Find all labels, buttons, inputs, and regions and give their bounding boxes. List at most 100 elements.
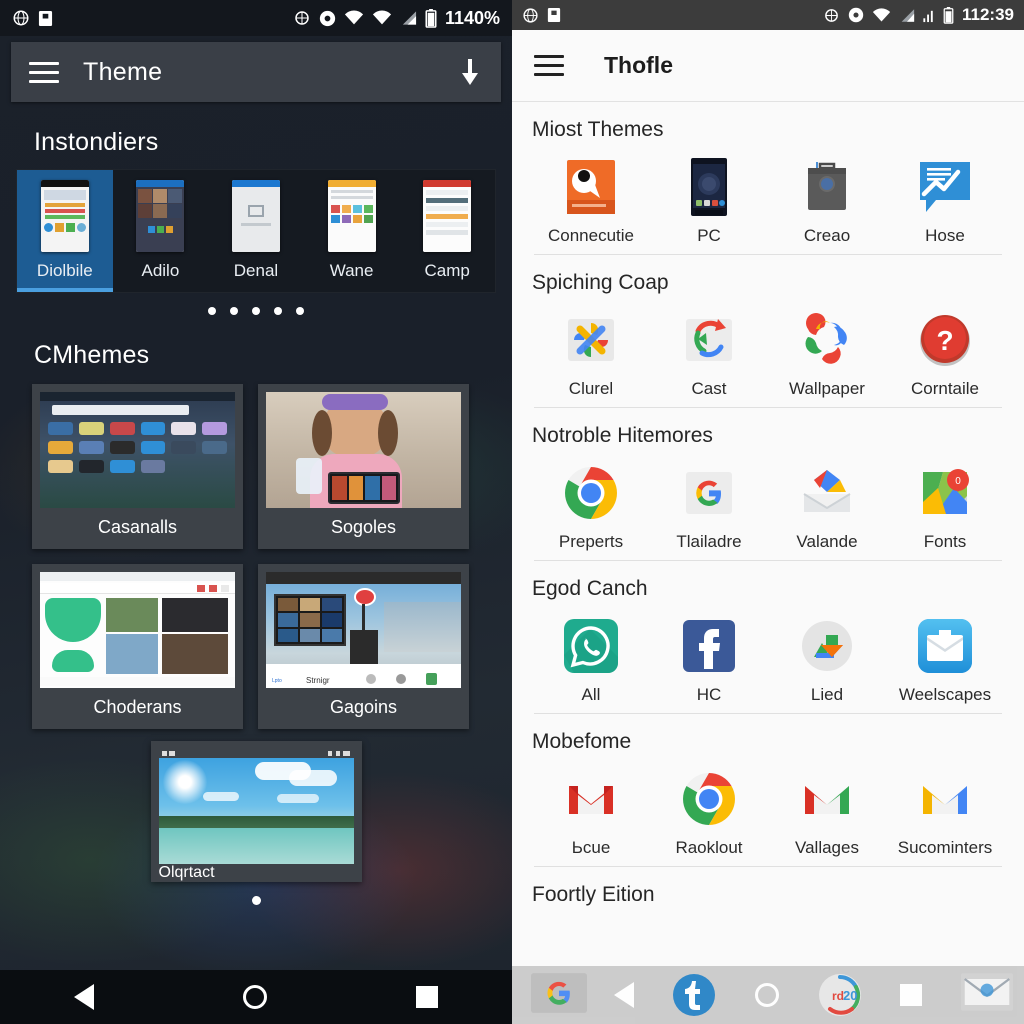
app-label: Sucominters bbox=[897, 838, 993, 857]
section-divider bbox=[534, 560, 1002, 561]
hamburger-menu-icon[interactable] bbox=[534, 55, 564, 76]
app-cell[interactable]: Tlailadre bbox=[650, 452, 768, 560]
red-question-mark-icon: ? bbox=[914, 309, 976, 371]
theme-strip: Diolbile Adilo Denal Wane Camp bbox=[16, 169, 496, 293]
colorful-gears-icon bbox=[796, 309, 858, 371]
page-dot[interactable] bbox=[252, 307, 260, 315]
theme-card[interactable]: Sogoles bbox=[258, 384, 469, 549]
left-navigation-bar bbox=[0, 970, 512, 1024]
app-label: HC bbox=[696, 685, 722, 704]
facebook-icon bbox=[678, 615, 740, 677]
carousel-page-dots bbox=[0, 307, 512, 315]
app-cell[interactable]: Vallages bbox=[768, 758, 886, 866]
app-cell[interactable]: Raoklout bbox=[650, 758, 768, 866]
sim-card-icon bbox=[38, 10, 53, 27]
download-icon[interactable] bbox=[457, 57, 483, 87]
sync-arrows-icon bbox=[678, 309, 740, 371]
right-app-bar: Thofle bbox=[512, 30, 1024, 102]
home-circle-icon[interactable] bbox=[754, 983, 779, 1007]
app-cell[interactable]: Wallpaper bbox=[768, 299, 886, 407]
right-navigation-bar: rd 20 bbox=[512, 966, 1024, 1024]
mail-envelope-icon[interactable] bbox=[960, 973, 1013, 1017]
strip-item-label: Adilo bbox=[141, 261, 180, 280]
maps-pin-icon: 0 bbox=[914, 462, 976, 524]
app-cell[interactable]: Valande bbox=[768, 452, 886, 560]
app-cell[interactable]: ? Corntaile bbox=[886, 299, 1004, 407]
app-label: Connecutie bbox=[547, 226, 634, 245]
page-dot[interactable] bbox=[296, 307, 304, 315]
app-cell[interactable]: PC bbox=[650, 146, 768, 254]
section-title-egod-canch: Egod Canch bbox=[532, 577, 648, 600]
strip-item-1[interactable]: Adilo bbox=[113, 170, 209, 292]
recents-square-icon[interactable] bbox=[900, 984, 923, 1006]
blue-chat-chart-icon bbox=[914, 156, 976, 218]
strip-item-2[interactable]: Denal bbox=[208, 170, 304, 292]
app-cell[interactable]: Clurel bbox=[532, 299, 650, 407]
tumblr-t-icon[interactable] bbox=[672, 973, 716, 1017]
app-cell[interactable]: Preperts bbox=[532, 452, 650, 560]
page-dot[interactable] bbox=[274, 307, 282, 315]
featured-theme-card[interactable]: Olqrtact bbox=[150, 741, 362, 882]
app-label: Preperts bbox=[558, 532, 624, 551]
battery-percent-text: 1140% bbox=[444, 7, 500, 28]
page-dot[interactable] bbox=[208, 307, 216, 315]
strip-item-4[interactable]: Camp bbox=[399, 170, 495, 292]
theme-preview-image bbox=[158, 749, 354, 864]
strip-item-0[interactable]: Diolbile bbox=[17, 170, 113, 292]
section-title-miost-themes: Miost Themes bbox=[532, 118, 664, 141]
recents-square-icon[interactable] bbox=[415, 986, 438, 1008]
app-cell[interactable]: Ьcue bbox=[532, 758, 650, 866]
theme-card[interactable]: Choderans bbox=[32, 564, 243, 729]
app-cell[interactable]: Cast bbox=[650, 299, 768, 407]
app-label: Wallpaper bbox=[789, 379, 865, 398]
app-cell[interactable]: Sucominters bbox=[886, 758, 1004, 866]
hamburger-menu-icon[interactable] bbox=[29, 61, 59, 83]
app-cell[interactable]: Weelscapes bbox=[886, 605, 1004, 713]
app-cell[interactable]: Lied bbox=[768, 605, 886, 713]
signal-icon bbox=[400, 10, 417, 26]
theme-card[interactable]: Casanalls bbox=[32, 384, 243, 549]
app-cell[interactable]: Connecutie bbox=[532, 146, 650, 254]
section-divider bbox=[534, 713, 1002, 714]
app-cell[interactable]: HC bbox=[650, 605, 768, 713]
app-label: Corntaile bbox=[910, 379, 980, 398]
signal-icon bbox=[899, 8, 915, 23]
app-label: Lied bbox=[810, 685, 844, 704]
blue-briefcase-mail-icon bbox=[914, 615, 976, 677]
strip-item-3[interactable]: Wane bbox=[304, 170, 400, 292]
strip-item-label: Wane bbox=[329, 261, 374, 280]
app-cell[interactable]: Creao bbox=[768, 146, 886, 254]
app-cell[interactable]: 0 Fonts bbox=[886, 452, 1004, 560]
app-label: Vallages bbox=[795, 838, 859, 857]
globe-icon bbox=[12, 9, 30, 27]
wifi-2-icon bbox=[372, 10, 392, 26]
signal-2-icon bbox=[923, 8, 935, 23]
svg-text:?: ? bbox=[936, 325, 953, 356]
app-label: Hose bbox=[925, 226, 965, 245]
theme-card[interactable]: Lpto Strnigr Gagoins bbox=[258, 564, 469, 729]
page-dot[interactable] bbox=[230, 307, 238, 315]
google-search-box-icon[interactable] bbox=[531, 973, 588, 1017]
app-grid-miost-themes: Connecutie PC Creao Hose bbox=[532, 146, 1004, 254]
rd20-circle-icon[interactable]: rd 20 bbox=[818, 973, 862, 1017]
left-phone-screen: 1140% Theme Instondiers Diolbile Adilo D… bbox=[0, 0, 512, 1024]
featured-page-dots bbox=[0, 896, 512, 905]
gmail-yellow-icon bbox=[914, 768, 976, 830]
google-g-icon bbox=[678, 462, 740, 524]
page-dot[interactable] bbox=[251, 896, 261, 905]
section-title-instondiers: Instondiers bbox=[34, 128, 159, 156]
theme-preview-image: Lpto Strnigr bbox=[266, 572, 461, 688]
theme-thumbnail-icon bbox=[231, 180, 280, 252]
right-status-bar: 112:39 bbox=[512, 0, 1024, 30]
app-grid-notroble-hitemores: Preperts Tlailadre Valande 0 Fonts bbox=[532, 452, 1004, 560]
app-cell[interactable]: All bbox=[532, 605, 650, 713]
page-title: Theme bbox=[83, 57, 163, 86]
back-triangle-icon[interactable] bbox=[613, 982, 634, 1008]
app-cell[interactable]: Hose bbox=[886, 146, 1004, 254]
chrome-browser-icon bbox=[678, 768, 740, 830]
app-grid-mobefome: Ьcue Raoklout Vallages Sucominters bbox=[532, 758, 1004, 866]
featured-theme-row: Olqrtact bbox=[0, 741, 512, 882]
back-triangle-icon[interactable] bbox=[74, 984, 95, 1010]
home-circle-icon[interactable] bbox=[242, 985, 267, 1009]
section-title-mobefome: Mobefome bbox=[532, 730, 632, 753]
